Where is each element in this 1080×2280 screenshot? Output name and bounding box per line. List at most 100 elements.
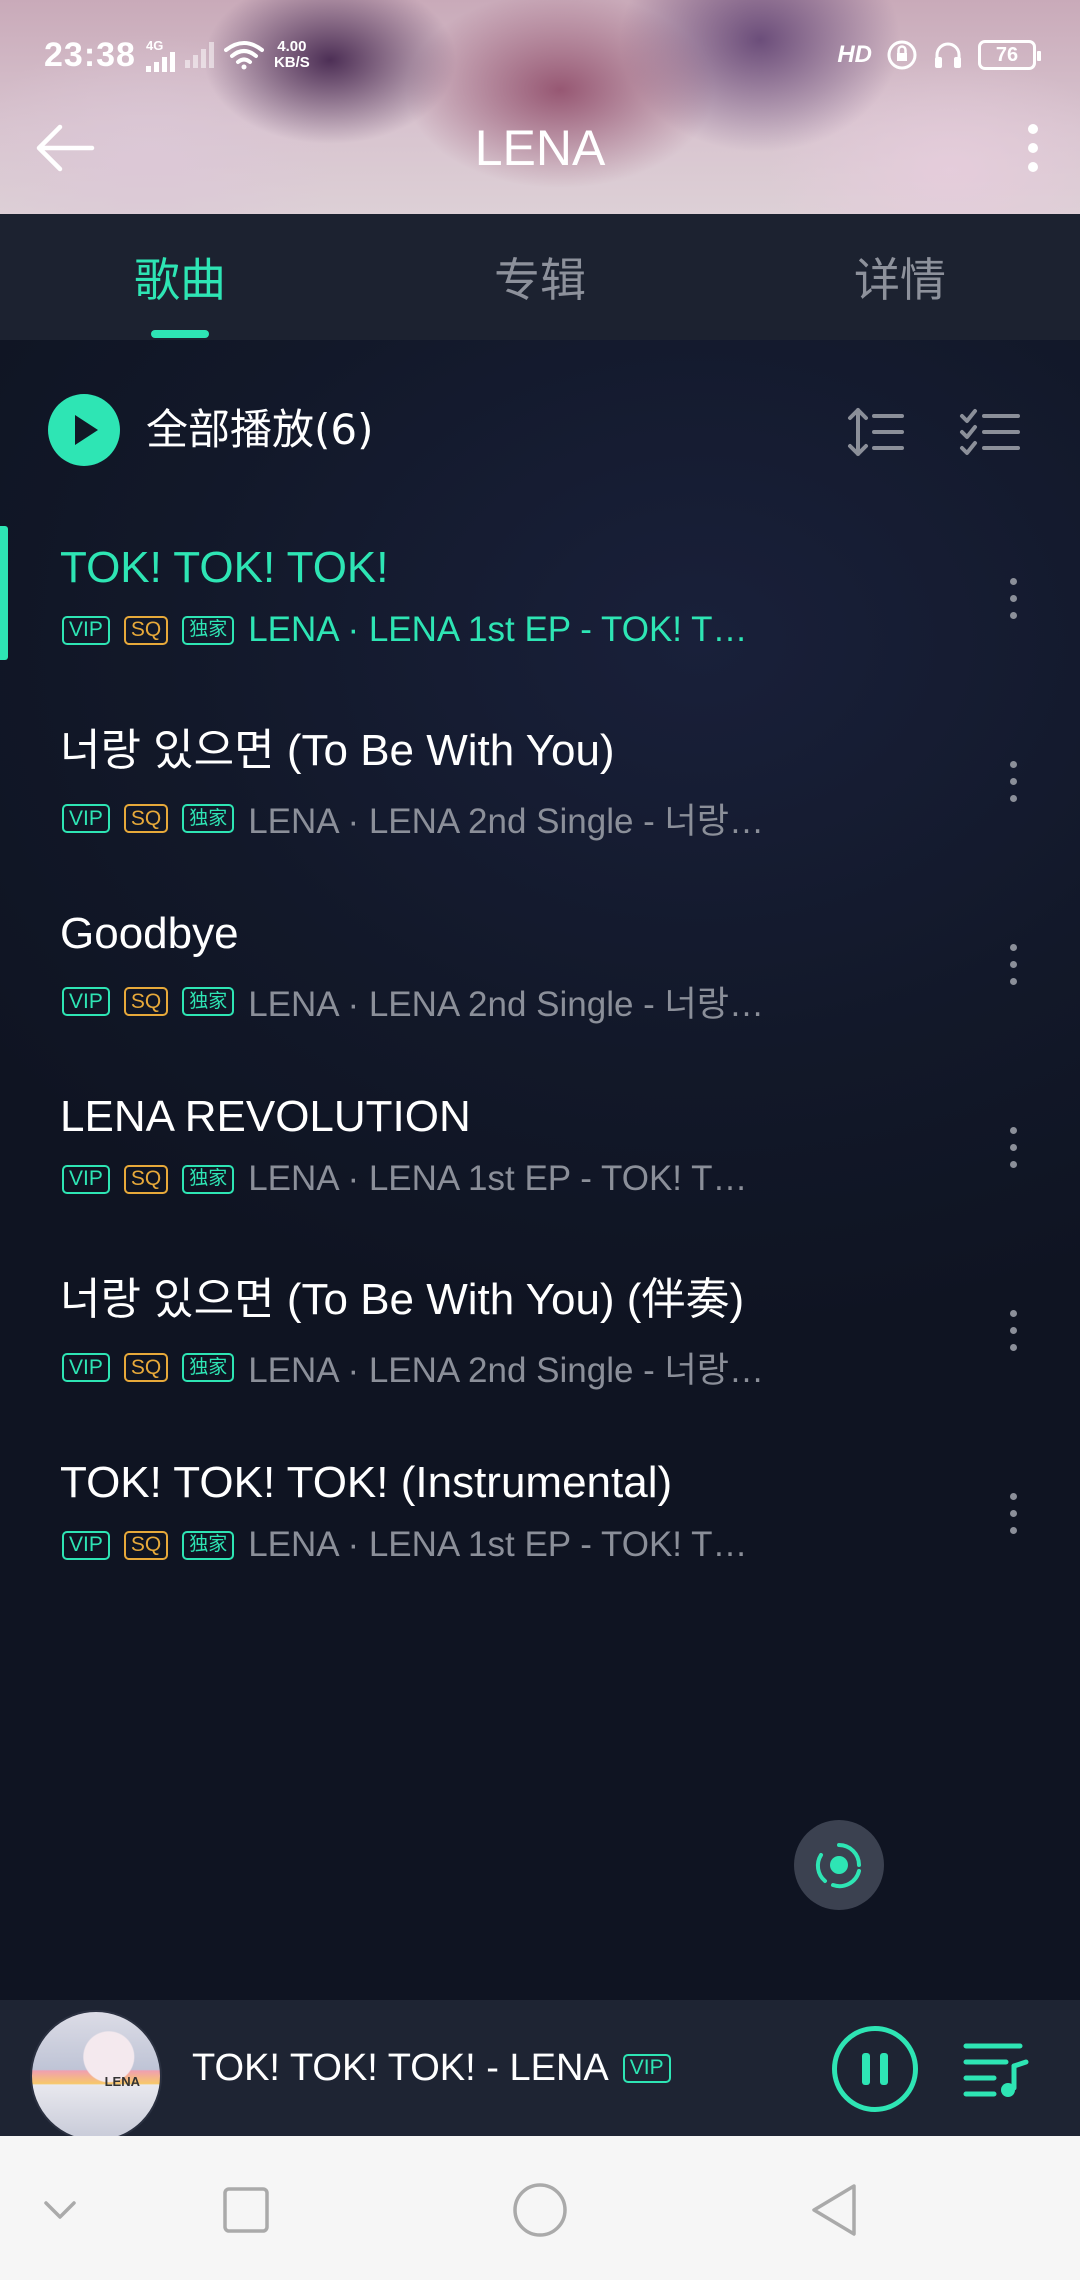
sq-badge: SQ <box>123 615 169 645</box>
song-more-button[interactable] <box>998 751 1028 811</box>
song-meta: VIP SQ 独家 LENA · LENA 2nd Single - 너랑… <box>62 976 764 1027</box>
song-list-panel: 全部播放(6) TOK! TOK! TOK! VIP SQ 独家 LENA · … <box>0 340 1080 2000</box>
recents-button[interactable] <box>216 2180 276 2240</box>
exclusive-badge: 独家 <box>182 1164 235 1194</box>
cell-signal-2-icon <box>184 42 214 68</box>
tab-songs[interactable]: 歌曲 <box>0 214 360 340</box>
system-navigation-bar <box>0 2136 1080 2280</box>
exclusive-badge: 独家 <box>182 1530 235 1560</box>
more-vertical-icon <box>1028 124 1038 134</box>
status-right-icons: HD 76 <box>837 39 1041 71</box>
sq-badge: SQ <box>123 987 169 1016</box>
song-item[interactable]: 너랑 있으면 (To Be With You) (伴奏) VIP SQ 独家 L… <box>0 1248 1080 1431</box>
more-vertical-icon <box>1009 577 1017 585</box>
song-item[interactable]: 너랑 있으면 (To Be With You) VIP SQ 独家 LENA ·… <box>0 699 1080 882</box>
song-subtitle: LENA · LENA 1st EP - TOK! T… <box>248 1525 748 1564</box>
status-left-icons: 4G 4.00 KB/S <box>145 39 310 72</box>
song-list: TOK! TOK! TOK! VIP SQ 独家 LENA · LENA 1st… <box>0 516 1080 1614</box>
sq-badge: SQ <box>123 804 169 833</box>
tab-bar: 歌曲 专辑 详情 <box>0 214 1080 340</box>
more-vertical-icon <box>1009 1126 1017 1134</box>
more-vertical-icon <box>1009 1309 1017 1317</box>
tab-albums[interactable]: 专辑 <box>360 214 720 340</box>
now-playing-indicator <box>0 526 8 660</box>
tab-details[interactable]: 详情 <box>720 214 1080 340</box>
locate-icon <box>815 1843 861 1889</box>
hide-nav-button[interactable] <box>30 2180 90 2240</box>
song-title: 너랑 있으면 (To Be With You) <box>60 726 615 775</box>
headphones-icon <box>935 42 961 68</box>
song-more-button[interactable] <box>998 1300 1028 1360</box>
battery-icon: 76 <box>978 40 1041 70</box>
song-more-button[interactable] <box>998 1483 1028 1543</box>
exclusive-badge: 独家 <box>182 615 235 645</box>
chevron-down-icon <box>44 2201 76 2219</box>
play-all-button[interactable] <box>48 394 120 466</box>
more-vertical-icon <box>1009 943 1017 951</box>
song-meta: VIP SQ 独家 LENA · LENA 2nd Single - 너랑… <box>62 1342 764 1393</box>
vip-badge: VIP <box>62 1164 110 1194</box>
vip-badge: VIP <box>62 1353 110 1382</box>
exclusive-badge: 独家 <box>182 804 235 833</box>
song-title: Goodbye <box>60 909 239 958</box>
play-all-row: 全部播放(6) <box>0 376 1080 486</box>
sq-badge: SQ <box>123 1353 169 1382</box>
more-options-button[interactable] <box>1008 116 1058 180</box>
song-title: TOK! TOK! TOK! (Instrumental) <box>60 1458 673 1507</box>
status-bar: 23:38 4G 4.00 KB/S HD 76 <box>0 0 1080 110</box>
song-subtitle: LENA · LENA 2nd Single - 너랑… <box>248 1351 764 1390</box>
exclusive-badge: 独家 <box>182 987 235 1016</box>
more-vertical-icon <box>1009 760 1017 768</box>
song-title: 너랑 있으면 (To Be With You) (伴奏) <box>60 1275 745 1324</box>
mini-player[interactable]: LENA TOK! TOK! TOK! - LENA VIP <box>0 2000 1080 2142</box>
cell-signal-icon: 4G <box>145 39 175 72</box>
play-icon <box>75 415 98 445</box>
sq-badge: SQ <box>123 1164 169 1194</box>
song-meta: VIP SQ 独家 LENA · LENA 1st EP - TOK! T… <box>62 1159 748 1199</box>
song-item[interactable]: LENA REVOLUTION VIP SQ 独家 LENA · LENA 1s… <box>0 1065 1080 1248</box>
wifi-icon <box>223 41 264 70</box>
now-playing-text: TOK! TOK! TOK! - LENA <box>192 2047 609 2089</box>
song-meta: VIP SQ 独家 LENA · LENA 1st EP - TOK! T… <box>62 1525 748 1565</box>
vip-badge: VIP <box>62 615 110 645</box>
song-meta: VIP SQ 独家 LENA · LENA 2nd Single - 너랑… <box>62 793 764 844</box>
triangle-back-icon <box>812 2184 856 2236</box>
lock-rotation-icon <box>887 40 917 70</box>
back-nav-button[interactable] <box>804 2180 864 2240</box>
song-item[interactable]: TOK! TOK! TOK! (Instrumental) VIP SQ 独家 … <box>0 1431 1080 1614</box>
song-more-button[interactable] <box>998 934 1028 994</box>
pause-button[interactable] <box>832 2026 918 2112</box>
square-icon <box>223 2187 269 2233</box>
network-speed: 4.00 KB/S <box>274 39 310 71</box>
song-more-button[interactable] <box>998 568 1028 628</box>
battery-level: 76 <box>995 43 1019 66</box>
locate-current-song-button[interactable] <box>794 1820 884 1910</box>
playlist-icon <box>963 2043 1029 2097</box>
status-time: 23:38 <box>44 35 136 74</box>
pause-icon <box>862 2053 870 2085</box>
album-cover[interactable]: LENA <box>30 2010 162 2142</box>
hd-voice-icon: HD <box>837 41 872 68</box>
vip-badge: VIP <box>622 2053 671 2083</box>
header: 23:38 4G 4.00 KB/S HD 76 LENA <box>0 0 1080 214</box>
song-subtitle: LENA · LENA 2nd Single - 너랑… <box>248 985 764 1024</box>
song-subtitle: LENA · LENA 2nd Single - 너랑… <box>248 802 764 841</box>
song-title: TOK! TOK! TOK! <box>60 543 389 592</box>
sort-icon <box>848 408 904 456</box>
vip-badge: VIP <box>62 1530 110 1560</box>
song-item[interactable]: TOK! TOK! TOK! VIP SQ 独家 LENA · LENA 1st… <box>0 516 1080 699</box>
multi-select-button[interactable] <box>958 402 1022 462</box>
more-vertical-icon <box>1009 1492 1017 1500</box>
song-item[interactable]: Goodbye VIP SQ 独家 LENA · LENA 2nd Single… <box>0 882 1080 1065</box>
play-all-label[interactable]: 全部播放(6) <box>146 400 374 460</box>
song-more-button[interactable] <box>998 1117 1028 1177</box>
song-meta: VIP SQ 独家 LENA · LENA 1st EP - TOK! T… <box>62 610 748 650</box>
speed-unit: KB/S <box>273 54 310 71</box>
playlist-button[interactable] <box>960 2036 1030 2102</box>
vip-badge: VIP <box>62 987 110 1016</box>
page-title: LENA <box>474 120 606 176</box>
sort-button[interactable] <box>846 402 906 462</box>
vip-badge: VIP <box>62 804 110 833</box>
home-button[interactable] <box>510 2180 570 2240</box>
now-playing-title[interactable]: TOK! TOK! TOK! - LENA VIP <box>192 2040 671 2096</box>
